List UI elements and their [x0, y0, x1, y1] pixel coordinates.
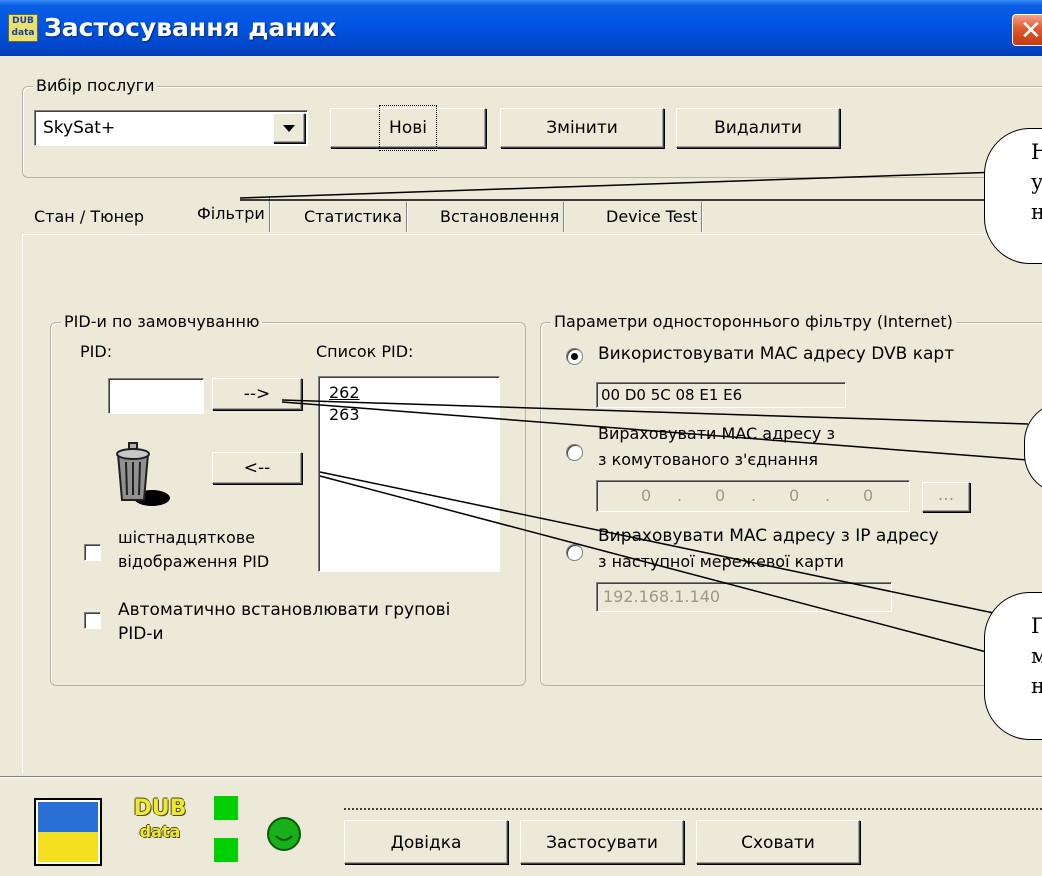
- use-dvb-mac-label: Використовувати MAC адресу DVB карт: [598, 344, 955, 364]
- ip-dot: .: [677, 486, 683, 505]
- callout-text: м: [1031, 641, 1042, 671]
- delete-service-label: Видалити: [714, 118, 802, 138]
- ip-octet: 0: [863, 486, 874, 505]
- app-icon: DUB data: [8, 14, 38, 42]
- new-service-label: Нові: [379, 105, 437, 151]
- calc-mac-dialup-label-line1: Вираховувати MAC адресу з: [598, 424, 835, 443]
- callout-text: П: [1031, 611, 1042, 641]
- new-service-button[interactable]: Нові: [330, 105, 486, 151]
- ip-octet: 0: [641, 486, 652, 505]
- logo-text-bottom: data: [139, 822, 181, 841]
- network-card-select: 192.168.1.140: [596, 582, 892, 612]
- change-service-button[interactable]: Змінити: [500, 108, 664, 148]
- change-service-label: Змінити: [546, 118, 618, 138]
- ip-octet: 0: [715, 486, 726, 505]
- network-card-value: 192.168.1.140: [603, 587, 721, 606]
- calc-mac-dialup-label-line2: з комутованого з'єднання: [598, 450, 819, 469]
- delete-service-button[interactable]: Видалити: [676, 108, 840, 148]
- tab-installation[interactable]: Встановлення: [436, 202, 565, 232]
- led-top: [214, 796, 238, 820]
- calc-mac-ip-label-line1: Вираховувати MAC адресу з IP адресу: [598, 526, 939, 546]
- apply-label: Застосувати: [546, 833, 658, 853]
- pid-listbox[interactable]: 262 263: [318, 376, 500, 572]
- hide-button[interactable]: Сховати: [696, 820, 860, 864]
- add-pid-label: -->: [243, 384, 271, 404]
- service-combobox-value: SkySat+: [43, 118, 116, 138]
- pid-group-legend: PID-и по замовчуванню: [61, 311, 263, 333]
- flag-icon: [34, 798, 102, 866]
- remove-pid-button[interactable]: <--: [212, 452, 302, 484]
- title-bar[interactable]: DUB data Застосування даних ✕: [0, 0, 1042, 56]
- service-combobox[interactable]: SkySat+: [34, 110, 308, 146]
- footer-separator: [0, 776, 1042, 778]
- tab-statistics[interactable]: Статистика: [300, 202, 407, 232]
- calc-mac-ip-label-line2: з наступної мережевої карти: [598, 552, 844, 571]
- annotation-callout: П м н: [984, 592, 1042, 740]
- use-dvb-mac-radio[interactable]: [566, 348, 583, 365]
- auto-group-pid-checkbox[interactable]: [84, 612, 101, 629]
- pid-list-label: Список PID:: [316, 342, 414, 361]
- tab-status-tuner[interactable]: Стан / Тюнер: [30, 202, 148, 232]
- hex-display-label-line2: відображення PID: [118, 552, 270, 571]
- dub-data-logo: DUB data: [120, 796, 200, 852]
- ip-octet: 0: [789, 486, 800, 505]
- ip-dot: .: [825, 486, 831, 505]
- ip-dot: .: [751, 486, 757, 505]
- hex-display-checkbox[interactable]: [84, 544, 101, 561]
- callout-text: н: [1031, 197, 1042, 227]
- pid-list-item[interactable]: 263: [329, 405, 360, 425]
- chevron-down-icon: [283, 125, 295, 132]
- service-group-legend: Вибір послуги: [33, 75, 158, 97]
- tab-filters[interactable]: Фільтри: [193, 196, 270, 232]
- auto-group-pid-label-line2: PID-и: [118, 624, 164, 644]
- close-icon: ✕: [1020, 16, 1042, 46]
- calc-mac-dialup-radio[interactable]: [566, 444, 583, 461]
- browse-label: ...: [937, 485, 955, 505]
- add-pid-button[interactable]: -->: [212, 378, 302, 410]
- pid-label: PID:: [80, 342, 113, 361]
- hide-label: Сховати: [741, 833, 815, 853]
- callout-text: н: [1031, 671, 1042, 701]
- auto-group-pid-label-line1: Автоматично встановлювати групові: [118, 600, 451, 620]
- callout-text: ус: [1031, 167, 1042, 197]
- help-label: Довідка: [390, 833, 462, 853]
- dialup-ip-field: 0 . 0 . 0 . 0: [596, 480, 910, 512]
- dialog-window: DUB data Застосування даних ✕ Вибір посл…: [0, 0, 1042, 876]
- dvb-mac-field: 00 D0 5C 08 E1 E6: [596, 382, 846, 408]
- pid-list-item[interactable]: 262: [329, 383, 360, 403]
- browse-button: ...: [922, 482, 970, 512]
- pid-input[interactable]: [108, 378, 204, 414]
- close-button[interactable]: ✕: [1012, 14, 1042, 46]
- dvb-mac-value: 00 D0 5C 08 E1 E6: [601, 386, 743, 404]
- callout-text: Н: [1031, 137, 1042, 167]
- status-indicator-icon: [267, 817, 301, 851]
- remove-pid-label: <--: [243, 458, 271, 478]
- tab-device-test[interactable]: Device Test: [602, 202, 703, 232]
- hex-display-label-line1: шістнадцяткове: [118, 528, 256, 547]
- app-icon-text: DUB data: [11, 16, 35, 38]
- led-bottom: [214, 838, 238, 862]
- service-dropdown-button[interactable]: [273, 113, 305, 143]
- annotation-callout: Н ус н: [984, 128, 1042, 264]
- apply-button[interactable]: Застосувати: [520, 820, 684, 864]
- window-title: Застосування даних: [44, 13, 337, 42]
- filter-group-legend: Параметри одностороннього фільтру (Inter…: [551, 311, 956, 333]
- help-button[interactable]: Довідка: [344, 820, 508, 864]
- logo-text-top: DUB: [133, 796, 187, 821]
- calc-mac-ip-radio[interactable]: [566, 544, 583, 561]
- status-divider: [344, 808, 1042, 810]
- trash-icon[interactable]: [108, 440, 174, 508]
